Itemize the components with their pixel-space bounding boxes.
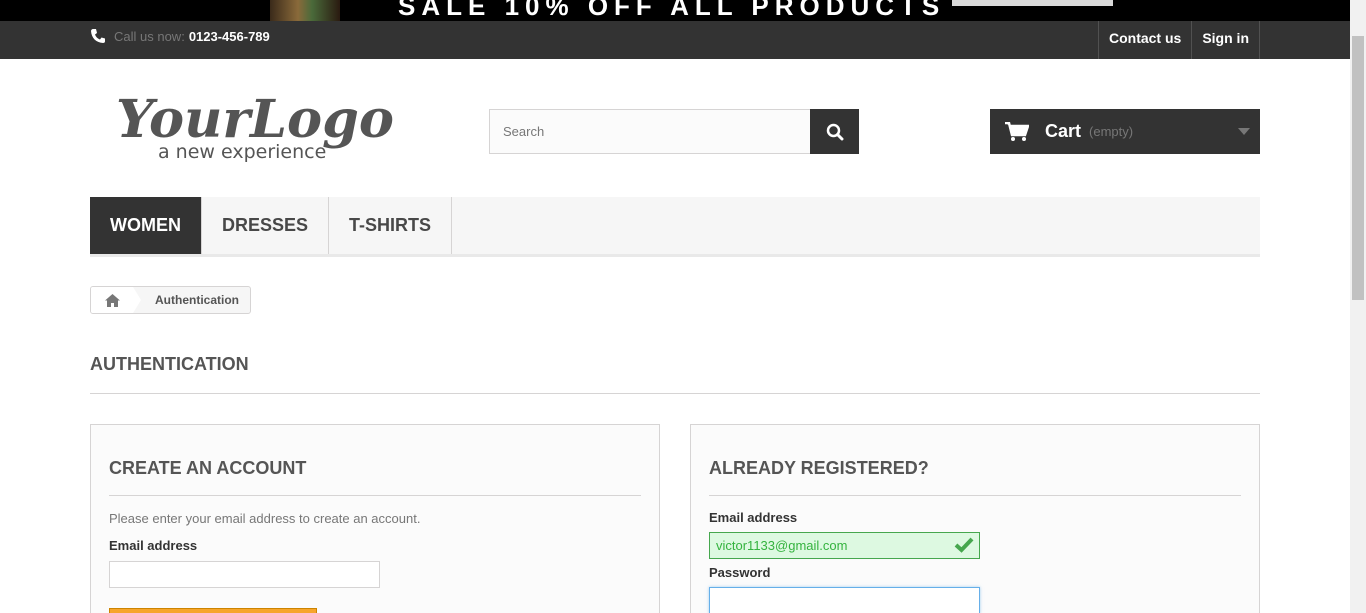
check-icon: [954, 537, 974, 553]
search-icon: [826, 123, 843, 140]
search-form: [489, 109, 859, 154]
logo-tagline: a new experience: [158, 141, 326, 162]
search-button[interactable]: [810, 109, 859, 154]
menu-item-women[interactable]: Women: [90, 197, 202, 254]
create-email-label: Email address: [109, 538, 198, 553]
page-title: Authentication: [90, 354, 1260, 394]
login-email-label: Email address: [709, 510, 798, 525]
shopping-cart-icon: [1005, 121, 1029, 141]
create-account-button[interactable]: [109, 608, 317, 613]
sign-in-link[interactable]: Sign in: [1191, 21, 1260, 59]
menu-item-t-shirts[interactable]: T-shirts: [329, 197, 453, 254]
site-logo[interactable]: YourLogo a new experience: [116, 82, 398, 163]
cart-label: Cart: [1045, 121, 1082, 141]
phone-icon: [91, 29, 105, 43]
password-label: Password: [709, 565, 771, 580]
menu-item-dresses[interactable]: Dresses: [202, 197, 330, 254]
phone-number: 0123-456-789: [188, 28, 270, 44]
scrollbar-thumb[interactable]: [1352, 36, 1364, 300]
top-nav-bar: Call us now: 0123-456-789 Contact us Sig…: [0, 21, 1350, 59]
login-form: Already registered? Email address Passwo…: [690, 424, 1260, 613]
create-account-title: Create an account: [109, 458, 641, 496]
promo-image: [270, 0, 340, 21]
home-icon: [104, 293, 120, 307]
password-field[interactable]: [709, 587, 980, 613]
promo-button[interactable]: [952, 0, 1113, 6]
promo-banner[interactable]: SALE 10% OFF ALL PRODUCTS: [0, 0, 1350, 21]
call-label: Call us now:: [114, 28, 185, 44]
login-email-field[interactable]: [709, 532, 980, 559]
cart-status: (empty): [1089, 124, 1134, 139]
breadcrumb-current: Authentication: [155, 293, 239, 307]
create-email-field[interactable]: [109, 561, 380, 588]
chevron-down-icon[interactable]: [1238, 128, 1250, 135]
search-input[interactable]: [489, 109, 810, 154]
page-scrollbar[interactable]: [1350, 0, 1366, 613]
login-title: Already registered?: [709, 458, 1241, 496]
login-email-wrapper: [709, 532, 980, 559]
breadcrumb-home[interactable]: [91, 287, 141, 313]
create-account-form: Create an account Please enter your emai…: [90, 424, 660, 613]
main-menu: Women Dresses T-shirts: [90, 197, 1260, 257]
breadcrumb: Authentication: [90, 286, 251, 314]
create-account-instructions: Please enter your email address to creat…: [109, 511, 421, 526]
promo-text: SALE 10% OFF ALL PRODUCTS: [398, 0, 946, 21]
shop-phone: Call us now: 0123-456-789: [90, 28, 270, 44]
cart-block[interactable]: Cart (empty): [990, 109, 1260, 154]
contact-us-link[interactable]: Contact us: [1097, 21, 1191, 59]
